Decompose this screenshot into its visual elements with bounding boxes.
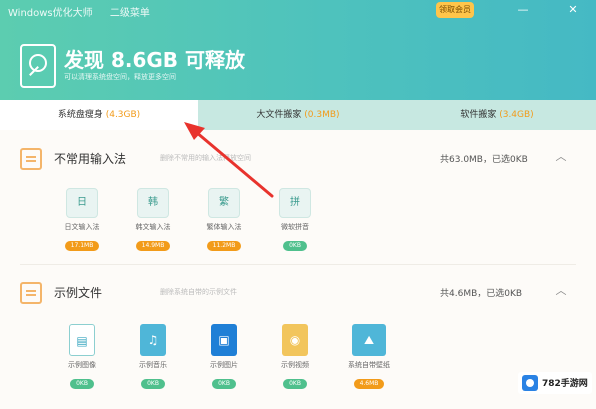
ime-icon: 繁 — [208, 188, 240, 218]
tab-label: 系统盘瘦身 — [57, 110, 103, 120]
document-icon: ▤ — [69, 324, 95, 356]
ime-item-korean[interactable]: 韩 韩文输入法 14.9MB — [118, 188, 188, 251]
minimize-icon[interactable]: — — [516, 3, 530, 17]
size-badge: 0KB — [283, 379, 307, 389]
sample-item-image[interactable]: ▤ 示例图像 0KB — [47, 324, 117, 389]
size-badge: 0KB — [283, 241, 307, 251]
title-bar: Windows优化大师 二级菜单 — [8, 4, 164, 19]
watermark: 782手游网 — [518, 372, 592, 394]
picture-icon: ▣ — [211, 324, 237, 356]
sample-item-video[interactable]: ◉ 示例视频 0KB — [260, 324, 330, 389]
size-badge: 17.1MB — [64, 241, 100, 251]
section-title: 示例文件 — [54, 286, 103, 300]
secondary-menu[interactable]: 二级菜单 — [110, 8, 150, 19]
tab-count: (4.3GB) — [105, 110, 141, 120]
tab-count: (0.3MB) — [304, 110, 340, 120]
video-icon: ◉ — [282, 324, 308, 356]
music-icon: ♫ — [140, 324, 166, 356]
size-badge: 0KB — [212, 379, 236, 389]
headline: 发现 8.6GB 可释放 — [64, 48, 246, 72]
section-summary: 共4.6MB，已选0KB — [440, 289, 523, 299]
tab-bar: 系统盘瘦身 (4.3GB) 大文件搬家 (0.3MB) 软件搬家 (3.4GB) — [0, 100, 596, 130]
item-label: 繁体输入法 — [206, 223, 242, 231]
watermark-text: 782手游网 — [542, 379, 588, 389]
tab-large-files[interactable]: 大文件搬家 (0.3MB) — [198, 100, 398, 130]
vip-badge-button[interactable]: 领取会员 — [436, 2, 474, 18]
item-label: 示例视频 — [281, 361, 309, 369]
tab-software-move[interactable]: 软件搬家 (3.4GB) — [398, 100, 596, 130]
item-label: 示例图像 — [68, 361, 96, 369]
section-title: 不常用输入法 — [54, 152, 127, 166]
size-badge: 11.2MB — [206, 241, 242, 251]
section-header-samples: 示例文件 删除系统自带的示例文件 共4.6MB，已选0KB ︿ — [0, 278, 596, 308]
tab-system-disk[interactable]: 系统盘瘦身 (4.3GB) — [0, 100, 198, 130]
size-badge: 0KB — [141, 379, 165, 389]
ime-item-pinyin[interactable]: 拼 微软拼音 0KB — [260, 188, 330, 251]
size-badge: 0KB — [70, 379, 94, 389]
item-label: 示例音乐 — [139, 361, 167, 369]
section-header-ime: 不常用输入法 删除不常用的输入法释放空间 共63.0MB，已选0KB ︿ — [0, 144, 596, 174]
tab-label: 大文件搬家 — [256, 110, 302, 120]
content-area: 不常用输入法 删除不常用的输入法释放空间 共63.0MB，已选0KB ︿ 日 日… — [0, 130, 596, 409]
item-label: 系统自带壁纸 — [348, 361, 390, 369]
chevron-up-icon[interactable]: ︿ — [554, 284, 568, 298]
keyboard-icon — [20, 148, 42, 170]
tab-count: (3.4GB) — [499, 110, 534, 120]
app-name: Windows优化大师 — [8, 8, 93, 19]
divider — [20, 264, 576, 265]
item-label: 微软拼音 — [281, 223, 309, 231]
ime-icon: 韩 — [137, 188, 169, 218]
ime-icon: 拼 — [279, 188, 311, 218]
sample-item-picture[interactable]: ▣ 示例图片 0KB — [189, 324, 259, 389]
subtext: 可以清理系统盘空间，释放更多空间 — [64, 73, 176, 81]
section-desc: 删除不常用的输入法释放空间 — [160, 154, 251, 162]
section-desc: 删除系统自带的示例文件 — [160, 288, 237, 296]
section-summary: 共63.0MB，已选0KB — [440, 155, 528, 165]
site-logo-icon — [522, 375, 538, 391]
folder-icon — [20, 282, 42, 304]
close-icon[interactable]: ✕ — [566, 3, 580, 17]
size-badge: 4.6MB — [353, 379, 385, 389]
sample-item-music[interactable]: ♫ 示例音乐 0KB — [118, 324, 188, 389]
ime-item-japanese[interactable]: 日 日文输入法 17.1MB — [47, 188, 117, 251]
disk-icon — [20, 44, 56, 88]
item-label: 韩文输入法 — [135, 223, 171, 231]
sample-item-wallpaper[interactable]: ⛰ 系统自带壁纸 4.6MB — [334, 324, 404, 389]
chevron-up-icon[interactable]: ︿ — [554, 150, 568, 164]
item-label: 示例图片 — [210, 361, 238, 369]
tab-label: 软件搬家 — [460, 110, 497, 120]
wallpaper-icon: ⛰ — [352, 324, 386, 356]
size-badge: 14.9MB — [135, 241, 171, 251]
item-label: 日文输入法 — [64, 223, 100, 231]
ime-item-traditional[interactable]: 繁 繁体输入法 11.2MB — [189, 188, 259, 251]
ime-icon: 日 — [66, 188, 98, 218]
header: Windows优化大师 二级菜单 领取会员 — ✕ 发现 8.6GB 可释放 可… — [0, 0, 596, 100]
